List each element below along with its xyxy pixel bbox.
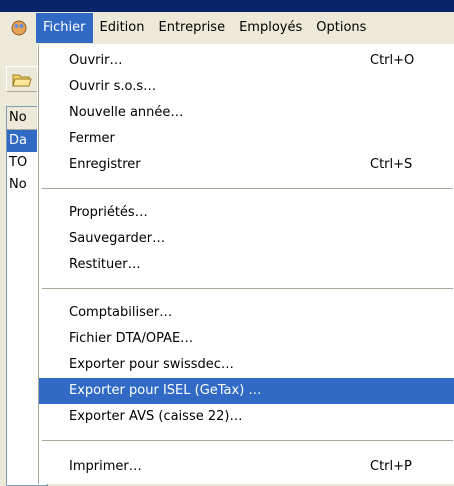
menu-item-fermer[interactable]: Fermer [39,126,454,152]
menu-item-fichier-dta[interactable]: Fichier DTA/OPAE… [39,326,454,352]
menu-item-exporter-avs[interactable]: Exporter AVS (caisse 22)… [39,404,454,430]
menu-entreprise[interactable]: Entreprise [151,13,232,43]
open-folder-button[interactable] [6,66,38,92]
menu-item-label: Enregistrer [69,157,141,172]
menu-item-label: Fermer [69,131,115,146]
menu-fichier[interactable]: Fichier [36,12,93,43]
menu-item-proprietes[interactable]: Propriétés… [39,200,454,226]
app-logo-icon[interactable] [8,17,30,39]
menu-item-restituer[interactable]: Restituer… [39,252,454,278]
menu-item-comptabiliser[interactable]: Comptabiliser… [39,300,454,326]
menu-item-shortcut: Ctrl+P [370,459,412,474]
menu-item-label: Restituer… [69,257,141,272]
menu-item-label: Exporter pour ISEL (GeTax) … [69,383,262,398]
menu-separator [42,288,453,290]
menu-item-imprimer[interactable]: Imprimer… Ctrl+P [39,454,454,480]
menu-item-label: Comptabiliser… [69,305,173,320]
menu-item-shortcut: Ctrl+O [370,53,415,68]
fichier-dropdown-menu: Ouvrir… Ctrl+O Ouvrir s.o.s… Nouvelle an… [38,44,454,484]
menu-item-ouvrir[interactable]: Ouvrir… Ctrl+O [39,48,454,74]
menu-item-sauvegarder[interactable]: Sauvegarder… [39,226,454,252]
menu-item-label: Fichier DTA/OPAE… [69,331,194,346]
menu-bar: Fichier Edition Entreprise Employés Opti… [0,12,454,43]
menu-item-nouvelle-annee[interactable]: Nouvelle année… [39,100,454,126]
menu-item-label: Exporter AVS (caisse 22)… [69,409,243,424]
menu-item-label: Imprimer… [69,459,142,474]
menu-separator [42,188,453,190]
menu-item-label: Ouvrir s.o.s… [69,79,157,94]
menu-employes[interactable]: Employés [232,13,309,43]
menu-item-label: Sauvegarder… [69,231,166,246]
menu-edition[interactable]: Edition [93,13,152,43]
menu-item-label: Nouvelle année… [69,105,184,120]
menu-separator [42,440,453,442]
menu-item-label: Exporter pour swissdec… [69,357,234,372]
menu-item-label: Propriétés… [69,205,148,220]
menu-options[interactable]: Options [309,13,373,43]
menu-item-exporter-isel[interactable]: Exporter pour ISEL (GeTax) … [39,378,454,404]
menu-item-label: Ouvrir… [69,53,123,68]
menu-item-shortcut: Ctrl+S [370,157,413,172]
window-title-strip [0,0,454,12]
menu-item-enregistrer[interactable]: Enregistrer Ctrl+S [39,152,454,178]
menu-item-ouvrir-sos[interactable]: Ouvrir s.o.s… [39,74,454,100]
menu-item-exporter-swissdec[interactable]: Exporter pour swissdec… [39,352,454,378]
